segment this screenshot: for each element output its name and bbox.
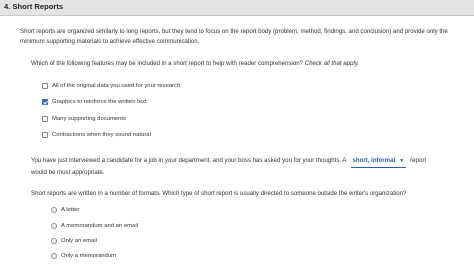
option-label: A memorandum and an email	[61, 223, 138, 229]
option-label: Many supporting documents	[52, 116, 127, 122]
dropdown-value: short, informal	[352, 157, 396, 164]
radio-only-memo[interactable]	[51, 253, 57, 259]
checkbox-original-data[interactable]	[42, 83, 48, 89]
option-original-data[interactable]: All of the original data you used for yo…	[42, 83, 180, 89]
intro-paragraph: Short reports are organized similarly to…	[20, 28, 448, 45]
question-1-text: Which of the following features may be i…	[31, 60, 359, 67]
question-1-prompt: Which of the following features may be i…	[31, 60, 303, 67]
radio-letter[interactable]	[51, 207, 57, 213]
question-2-text: Short reports are written in a number of…	[31, 190, 407, 197]
option-label: Only an email	[61, 238, 98, 244]
option-label: Only a memorandum	[61, 253, 117, 259]
option-only-memo[interactable]: Only a memorandum	[51, 253, 116, 259]
checkbox-supporting-documents[interactable]	[42, 116, 48, 122]
section-title: 4. Short Reports	[4, 2, 64, 11]
option-contractions[interactable]: Contractions when they sound natural	[42, 132, 151, 138]
checkbox-graphics[interactable]	[42, 99, 48, 105]
question-1-hint: Check all that apply.	[304, 60, 360, 67]
section-header: 4. Short Reports	[0, 0, 474, 16]
checkbox-contractions[interactable]	[42, 132, 48, 138]
option-memo-and-email[interactable]: A memorandum and an email	[51, 223, 138, 229]
option-graphics[interactable]: Graphics to reinforce the written text	[42, 99, 147, 105]
option-label: All of the original data you used for yo…	[52, 83, 181, 89]
radio-memo-and-email[interactable]	[51, 223, 57, 229]
fill-before-text: You have just interviewed a candidate fo…	[31, 157, 347, 164]
radio-only-email[interactable]	[51, 238, 57, 244]
option-supporting-documents[interactable]: Many supporting documents	[42, 116, 126, 122]
option-label: A letter	[61, 207, 80, 213]
option-label: Contractions when they sound natural	[52, 132, 151, 138]
chevron-down-icon: ▼	[399, 158, 405, 164]
report-type-dropdown[interactable]: short, informal ▼	[350, 156, 407, 168]
question-card	[0, 16, 474, 270]
fill-in-sentence: You have just interviewed a candidate fo…	[31, 156, 441, 178]
option-letter[interactable]: A letter	[51, 207, 79, 213]
option-label: Graphics to reinforce the written text	[52, 99, 147, 105]
option-only-email[interactable]: Only an email	[51, 238, 97, 244]
